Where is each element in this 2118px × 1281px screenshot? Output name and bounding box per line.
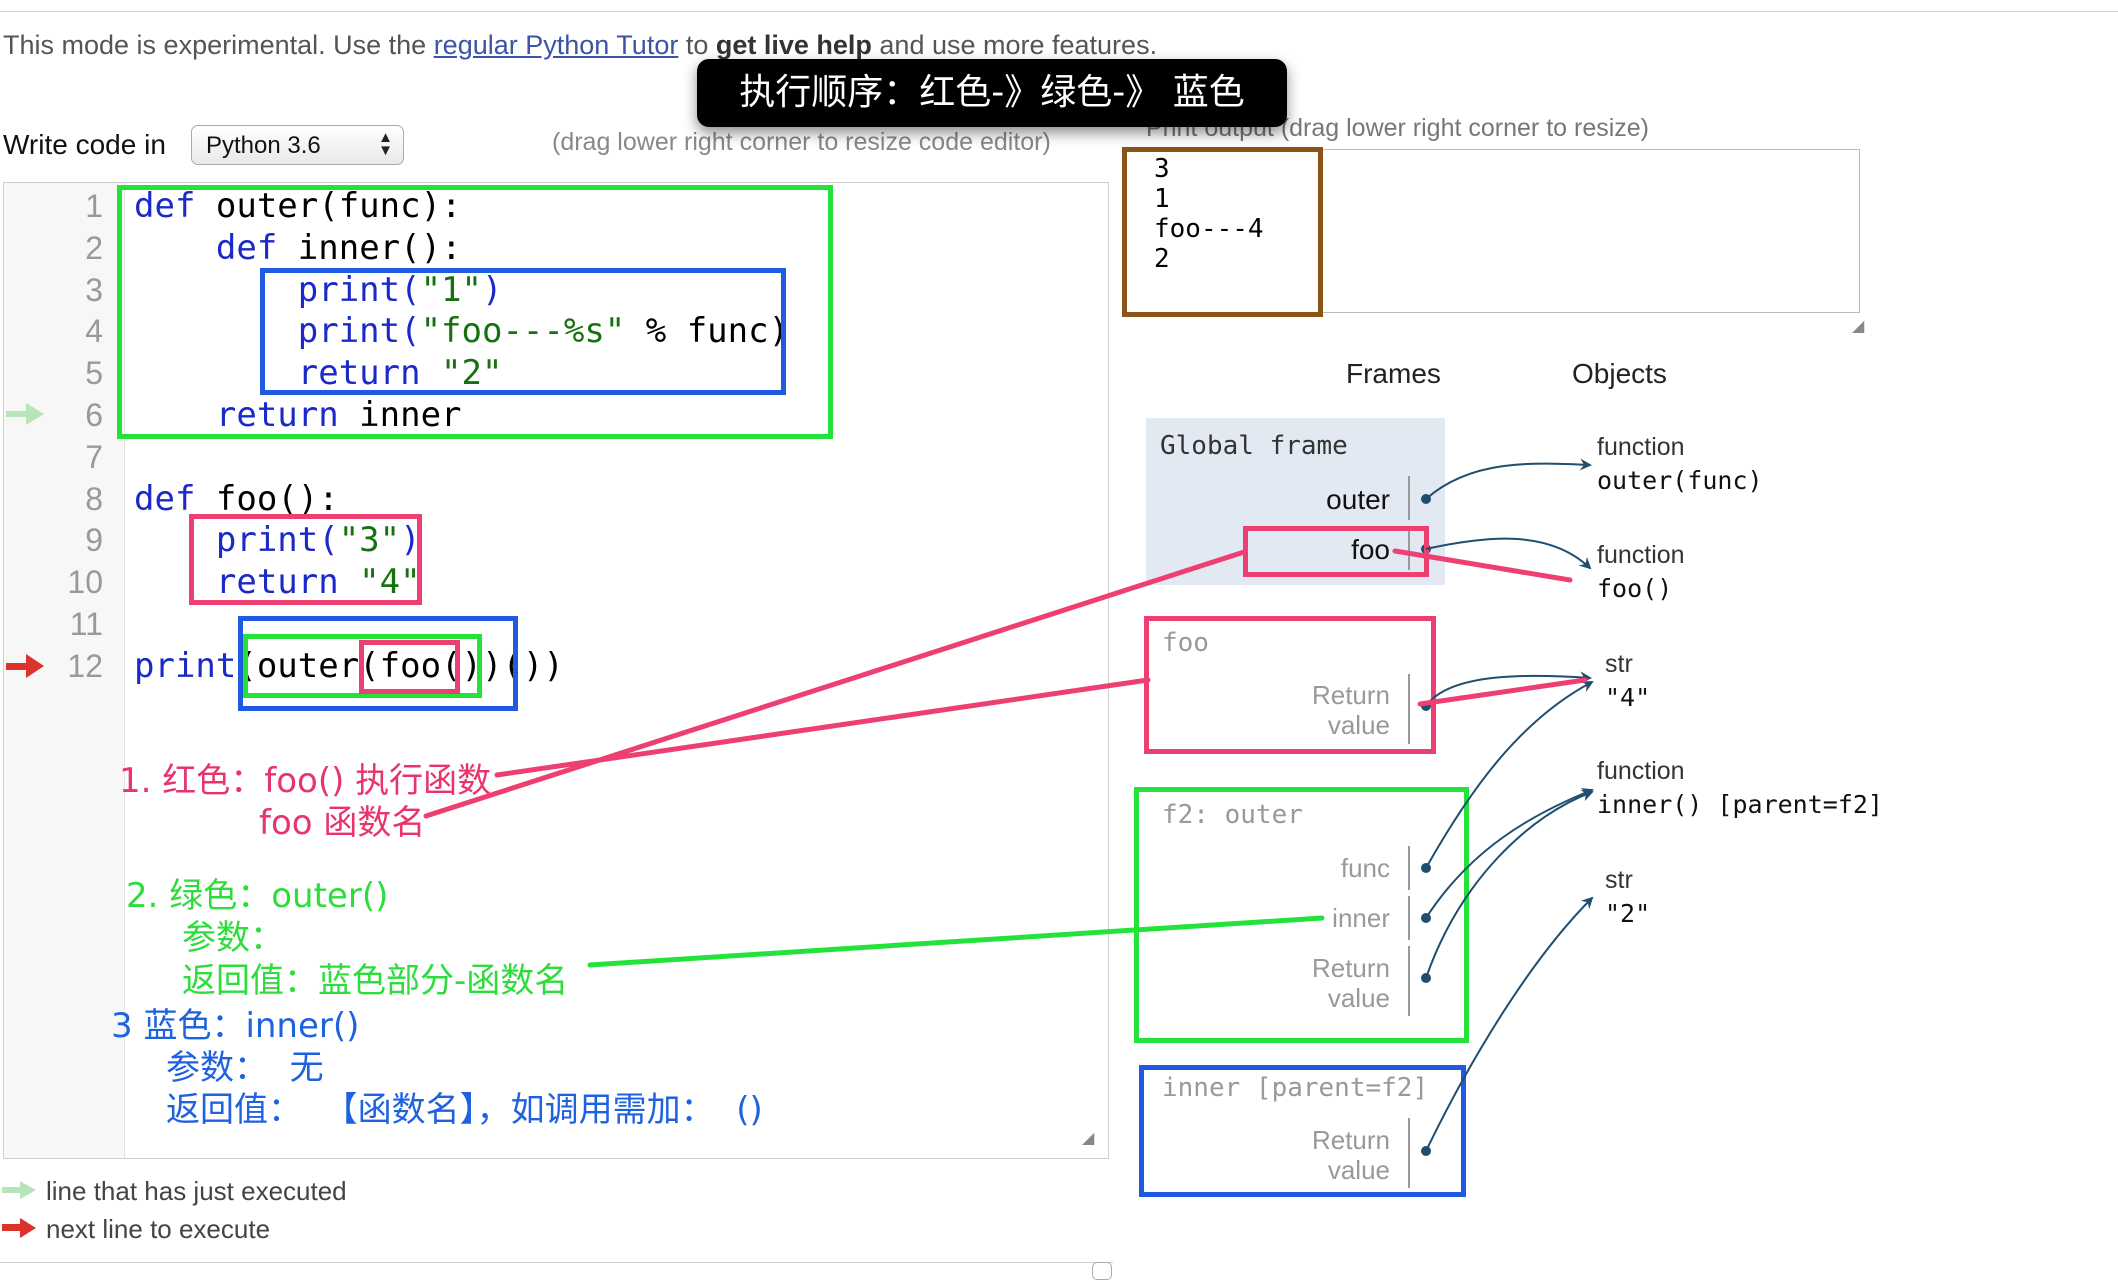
pointer-inner-return-arrow: [1425, 896, 1594, 1152]
green-line-return-value: [587, 915, 1325, 968]
red-line-foo-var: [1392, 548, 1573, 583]
pointer-outer-arrow: [1425, 458, 1592, 500]
pointer-foo-arrow: [1425, 537, 1592, 570]
red-line-foo-return: [1417, 677, 1588, 707]
arrows-layer: [423, 458, 1594, 1152]
pointer-func-arrow: [1425, 681, 1594, 869]
execution-order-tooltip: 执行顺序：红色-》绿色-》 蓝色: [697, 59, 1287, 127]
pointer-inner-arrow: [1425, 788, 1594, 919]
